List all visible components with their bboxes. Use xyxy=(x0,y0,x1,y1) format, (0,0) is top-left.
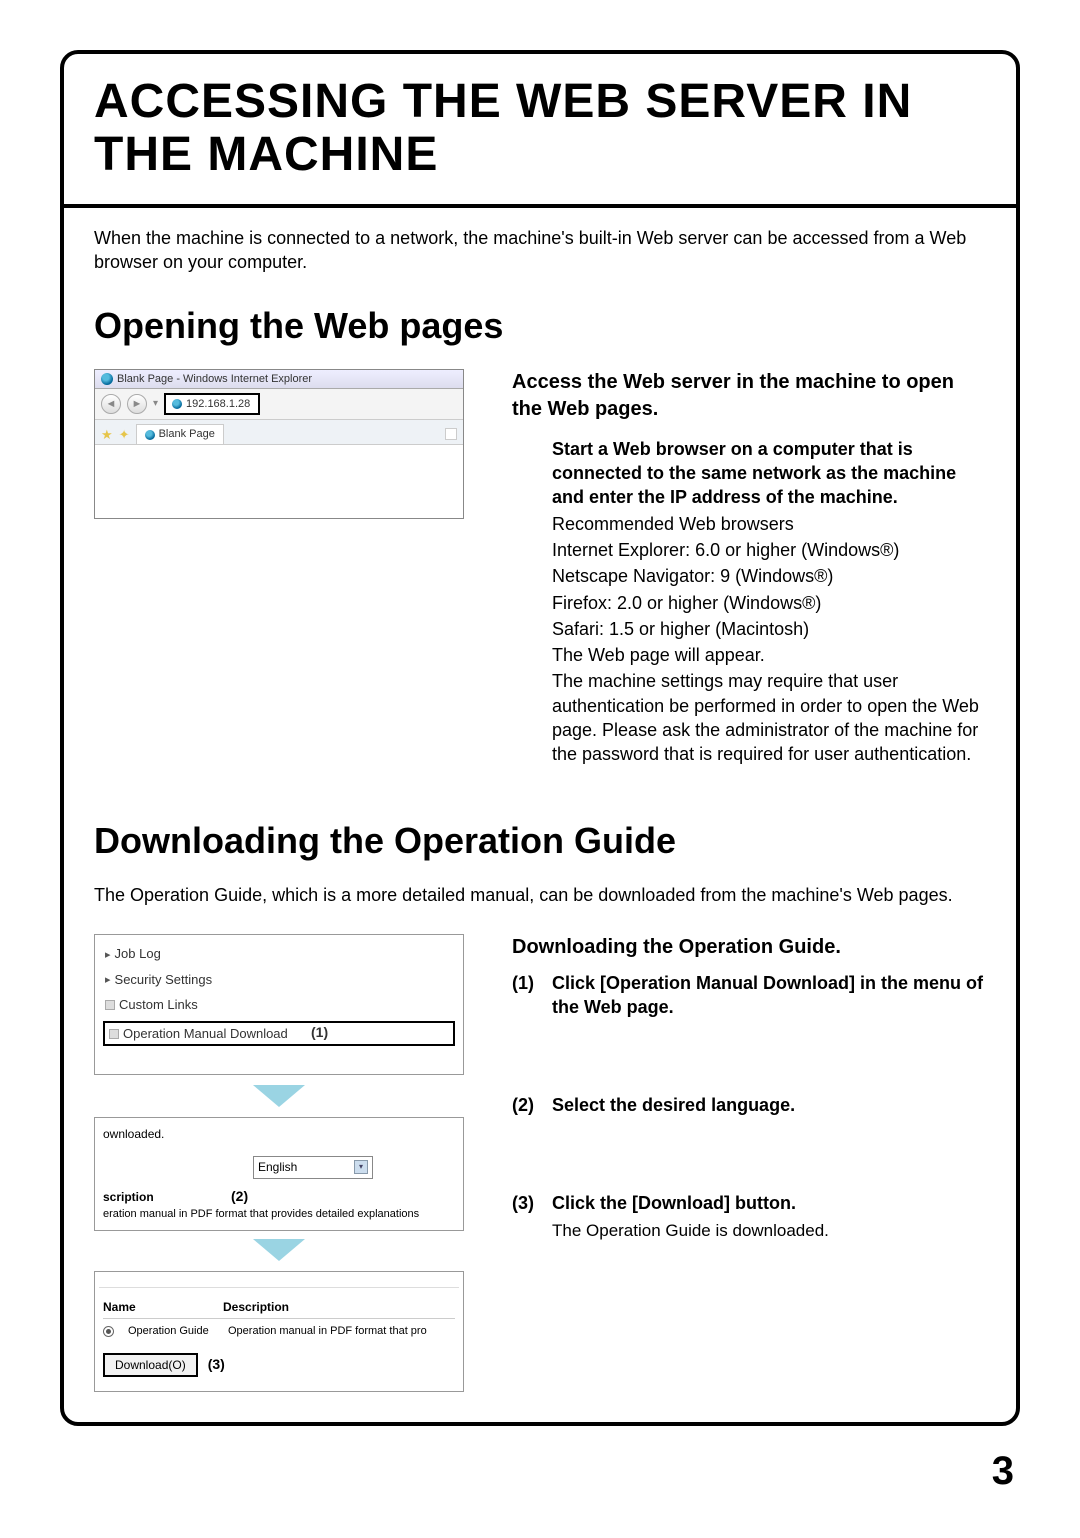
step-2-text: Select the desired language. xyxy=(552,1093,795,1117)
menu-custom-links[interactable]: Custom Links xyxy=(95,992,463,1018)
item-icon xyxy=(105,1000,115,1010)
section1-text: Access the Web server in the machine to … xyxy=(512,369,986,769)
auth-note: The machine settings may require that us… xyxy=(552,669,986,766)
radio-selected[interactable] xyxy=(103,1326,114,1337)
page-number: 3 xyxy=(60,1444,1020,1498)
browser-safari: Safari: 1.5 or higher (Macintosh) xyxy=(552,617,986,641)
step-3-text: Click the [Download] button. xyxy=(552,1191,796,1215)
dropdown-caret-icon: ▾ xyxy=(153,397,158,411)
section2-body: Job Log Security Settings Custom Links O… xyxy=(94,934,986,1392)
table-row: Operation Guide Operation manual in PDF … xyxy=(103,1319,455,1347)
language-screenshot: ownloaded. English ▾ scription (2) erati… xyxy=(94,1117,464,1230)
menu-custom-label: Custom Links xyxy=(119,996,198,1014)
tab-dropdown[interactable] xyxy=(445,428,457,440)
page-icon xyxy=(172,399,182,409)
arrow-right-icon xyxy=(105,945,111,963)
row-name: Operation Guide xyxy=(128,1324,214,1339)
step-1: (1) Click [Operation Manual Download] in… xyxy=(512,971,986,1020)
title-box: ACCESSING THE WEB SERVER IN THE MACHINE xyxy=(64,54,1016,208)
page-content: When the machine is connected to a netwo… xyxy=(64,208,1016,1422)
browser-window: Blank Page - Windows Internet Explorer ◄… xyxy=(94,369,464,519)
section1-body: Blank Page - Windows Internet Explorer ◄… xyxy=(94,369,986,769)
address-bar[interactable]: 192.168.1.28 xyxy=(164,393,260,416)
step-2-number: (2) xyxy=(512,1093,542,1117)
access-instruction: Start a Web browser on a computer that i… xyxy=(552,437,986,510)
download-screenshots: Job Log Security Settings Custom Links O… xyxy=(94,934,464,1392)
tab-page-icon xyxy=(145,430,155,440)
access-heading: Access the Web server in the machine to … xyxy=(512,369,986,423)
browser-ie: Internet Explorer: 6.0 or higher (Window… xyxy=(552,538,986,562)
menu-security-label: Security Settings xyxy=(115,971,213,989)
callout-1: (1) xyxy=(311,1024,328,1040)
section2-heading: Downloading the Operation Guide xyxy=(94,817,986,866)
step-1-number: (1) xyxy=(512,971,542,1020)
page-appear-text: The Web page will appear. xyxy=(552,643,986,667)
browser-tab[interactable]: Blank Page xyxy=(136,424,224,444)
partial-text: ownloaded. xyxy=(103,1126,455,1142)
menu-download-highlighted[interactable]: Operation Manual Download xyxy=(103,1021,455,1047)
favorites-icon[interactable]: ★ xyxy=(101,426,113,444)
section2-intro: The Operation Guide, which is a more det… xyxy=(94,883,986,907)
description-header: scription xyxy=(103,1189,455,1205)
step-1-text: Click [Operation Manual Download] in the… xyxy=(552,971,986,1020)
col-name: Name xyxy=(103,1299,183,1315)
description-text: eration manual in PDF format that provid… xyxy=(103,1207,455,1222)
row-description: Operation manual in PDF format that pro xyxy=(228,1324,427,1339)
web-menu-screenshot: Job Log Security Settings Custom Links O… xyxy=(94,934,464,1076)
dropdown-caret-icon: ▾ xyxy=(354,1160,368,1174)
item-icon xyxy=(109,1029,119,1039)
browser-netscape: Netscape Navigator: 9 (Windows®) xyxy=(552,564,986,588)
ie-icon xyxy=(101,373,113,385)
step-3-subtext: The Operation Guide is downloaded. xyxy=(552,1220,986,1243)
back-button[interactable]: ◄ xyxy=(101,394,121,414)
col-description: Description xyxy=(223,1299,289,1315)
address-value: 192.168.1.28 xyxy=(186,397,250,412)
callout-3: (3) xyxy=(208,1355,225,1374)
page-title: ACCESSING THE WEB SERVER IN THE MACHINE xyxy=(94,76,986,182)
step-2: (2) Select the desired language. xyxy=(512,1093,986,1117)
download-screenshot: Name Description Operation Guide Operati… xyxy=(94,1271,464,1392)
menu-security[interactable]: Security Settings xyxy=(95,966,463,992)
tab-label: Blank Page xyxy=(159,427,215,442)
forward-button[interactable]: ► xyxy=(127,394,147,414)
access-details: Start a Web browser on a computer that i… xyxy=(552,437,986,767)
browser-screenshot: Blank Page - Windows Internet Explorer ◄… xyxy=(94,369,464,519)
down-arrow-icon xyxy=(253,1085,305,1107)
browser-toolbar: ◄ ► ▾ 192.168.1.28 xyxy=(95,389,463,421)
browser-titlebar: Blank Page - Windows Internet Explorer xyxy=(95,370,463,389)
table-header: Name Description xyxy=(103,1296,455,1319)
menu-download-label: Operation Manual Download xyxy=(123,1025,288,1043)
arrow-right-icon xyxy=(105,970,111,988)
browser-window-title: Blank Page - Windows Internet Explorer xyxy=(117,372,312,387)
download-steps: Downloading the Operation Guide. (1) Cli… xyxy=(512,934,986,1257)
steps-heading: Downloading the Operation Guide. xyxy=(512,934,986,961)
section1-heading: Opening the Web pages xyxy=(94,302,986,351)
menu-job-log[interactable]: Job Log xyxy=(95,941,463,967)
page-frame: ACCESSING THE WEB SERVER IN THE MACHINE … xyxy=(60,50,1020,1426)
step-3-number: (3) xyxy=(512,1191,542,1215)
add-favorites-icon[interactable]: ✦ xyxy=(119,426,130,444)
callout-2: (2) xyxy=(231,1187,248,1206)
browser-firefox: Firefox: 2.0 or higher (Windows®) xyxy=(552,591,986,615)
step-3: (3) Click the [Download] button. The Ope… xyxy=(512,1191,986,1242)
language-value: English xyxy=(258,1159,297,1175)
recommended-label: Recommended Web browsers xyxy=(552,512,986,536)
browser-viewport xyxy=(95,445,463,503)
language-dropdown[interactable]: English ▾ xyxy=(253,1156,373,1178)
menu-job-log-label: Job Log xyxy=(115,945,161,963)
intro-paragraph: When the machine is connected to a netwo… xyxy=(94,226,986,275)
browser-tabs-row: ★ ✦ Blank Page xyxy=(95,420,463,445)
down-arrow-icon xyxy=(253,1239,305,1261)
download-button[interactable]: Download(O) xyxy=(103,1353,198,1377)
